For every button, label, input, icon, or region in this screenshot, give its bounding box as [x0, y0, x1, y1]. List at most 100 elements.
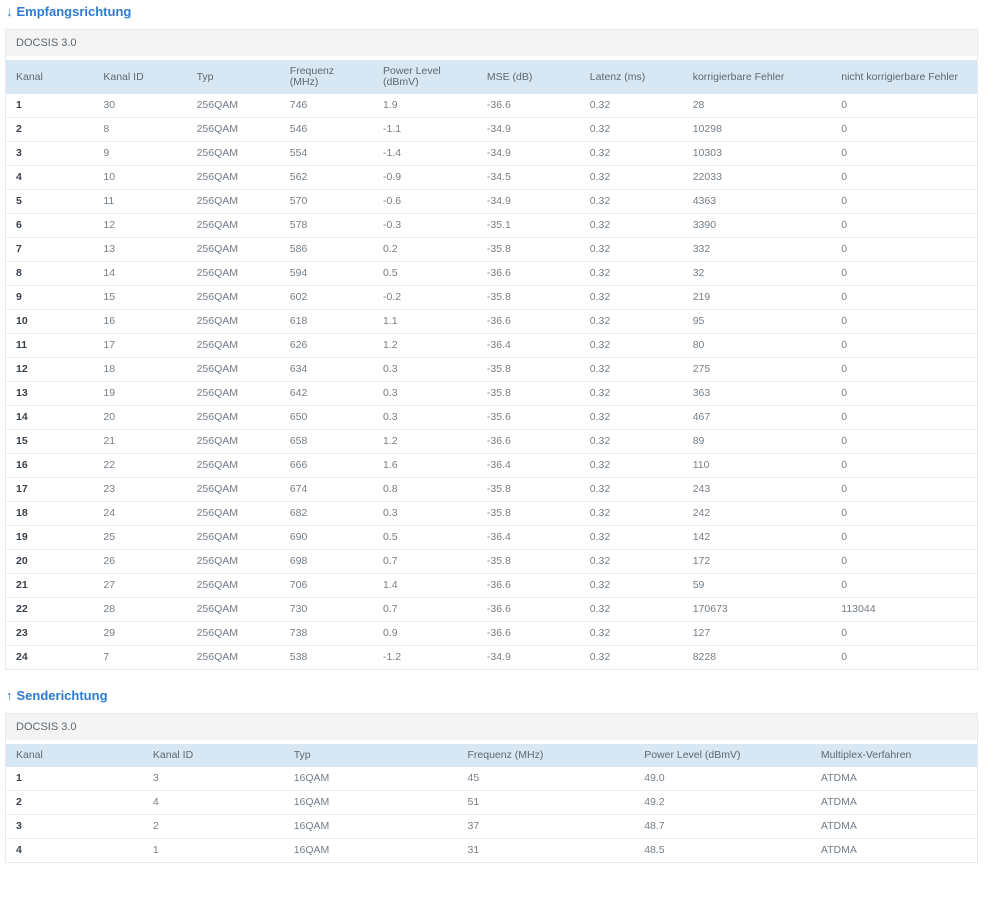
table-cell: 4363	[682, 189, 832, 214]
table-cell: 0.32	[579, 117, 683, 142]
table-cell: -35.8	[476, 549, 580, 574]
channel-number-cell: 4	[6, 165, 94, 190]
table-cell: 256QAM	[186, 453, 280, 478]
channel-number-cell: 23	[6, 621, 94, 646]
table-cell: 14	[93, 261, 187, 286]
table-cell: 0.32	[579, 261, 683, 286]
table-cell: -35.8	[476, 477, 580, 502]
table-cell: 172	[682, 549, 832, 574]
table-cell: 48.7	[634, 814, 811, 839]
table-cell: 256QAM	[186, 237, 280, 262]
table-header-row: Kanal Kanal ID Typ Frequenz (MHz) Power Leve…	[6, 744, 977, 767]
table-cell: 0	[831, 213, 977, 238]
table-cell: 0	[831, 405, 977, 430]
table-cell: -36.6	[476, 261, 580, 286]
table-cell: 332	[682, 237, 832, 262]
table-cell: 0.3	[372, 501, 477, 526]
table-cell: -0.6	[372, 189, 477, 214]
table-cell: 256QAM	[186, 405, 280, 430]
table-cell: 0.32	[579, 237, 683, 262]
table-cell: 3	[152, 772, 159, 784]
docsis-channel-status-page: ↓ Empfangsrichtung DOCSIS 3.0 Kanal Kanal …	[0, 0, 999, 863]
table-row: 19 25 256QAM 690 0.5 -36.4 0.32 142 0	[6, 525, 977, 550]
table-cell: 30	[103, 99, 116, 111]
table-cell: 256QAM	[186, 573, 280, 598]
table-row: 8 14 256QAM 594 0.5 -36.6 0.32 32 0	[6, 261, 977, 286]
table-cell: 0	[831, 333, 977, 358]
table-cell: 256QAM	[186, 645, 280, 669]
table-row: 16 22 256QAM 666 1.6 -36.4 0.32 110 0	[6, 453, 977, 478]
table-cell: 1	[142, 838, 284, 862]
table-cell: -0.2	[372, 285, 477, 310]
table-cell: 730	[279, 597, 373, 622]
table-cell: 51	[457, 790, 635, 815]
table-cell: 142	[682, 525, 832, 550]
table-cell: 1.4	[372, 573, 477, 598]
channel-number-cell: 19	[6, 525, 94, 550]
table-cell: 666	[279, 453, 373, 478]
table-cell: 0.32	[579, 477, 683, 502]
upstream-table-box: DOCSIS 3.0 Kanal Kanal ID Typ Frequenz (MHz…	[5, 713, 978, 863]
table-cell: 80	[682, 333, 832, 358]
table-cell: 16	[93, 309, 187, 334]
table-row: 13 19 256QAM 642 0.3 -35.8 0.32 363 0	[6, 381, 977, 406]
table-cell: 0	[831, 357, 977, 382]
table-cell: 706	[279, 573, 373, 598]
table-cell: 0.32	[579, 357, 683, 382]
table-cell: 0.32	[579, 501, 683, 526]
table-cell: 15	[93, 285, 187, 310]
channel-number-cell: 21	[6, 573, 94, 598]
table-cell: 170673	[682, 597, 832, 622]
table-row: 4 1 16QAM 31 48.5 ATDMA	[6, 838, 977, 862]
table-cell: 11	[93, 189, 187, 214]
table-cell: 0	[831, 549, 977, 574]
table-cell: 634	[279, 357, 373, 382]
table-cell: 0.8	[372, 477, 477, 502]
table-cell: 0	[831, 381, 977, 406]
channel-number-cell: 1	[16, 99, 22, 111]
table-cell: 256QAM	[186, 165, 280, 190]
table-cell: 0.5	[372, 261, 477, 286]
table-cell: ATDMA	[810, 838, 977, 862]
table-cell: 256QAM	[186, 477, 280, 502]
column-header: Kanal	[6, 744, 143, 767]
column-header: Typ	[283, 744, 458, 767]
table-cell: 0.5	[372, 525, 477, 550]
table-cell: 256QAM	[186, 525, 280, 550]
table-cell: 546	[279, 117, 373, 142]
table-row: 20 26 256QAM 698 0.7 -35.8 0.32 172 0	[6, 549, 977, 574]
table-cell: 8	[93, 117, 187, 142]
table-row: 2 4 16QAM 51 49.2 ATDMA	[6, 790, 977, 815]
channel-number-cell: 15	[6, 429, 94, 454]
table-cell: 7	[93, 645, 187, 669]
column-header: nicht korrigierbare Fehler	[831, 60, 977, 94]
table-cell: 127	[682, 621, 832, 646]
table-cell: 16QAM	[283, 838, 458, 862]
table-cell: 746	[289, 99, 308, 111]
table-cell: 45	[467, 772, 480, 784]
table-cell: 0.32	[579, 405, 683, 430]
table-cell: 642	[279, 381, 373, 406]
table-cell: 256QAM	[186, 357, 280, 382]
table-cell: 0	[831, 645, 977, 669]
table-cell: 17	[93, 333, 187, 358]
table-cell: 243	[682, 477, 832, 502]
table-cell: 37	[457, 814, 635, 839]
table-cell: -34.9	[476, 645, 580, 669]
table-row: 23 29 256QAM 738 0.9 -36.6 0.32 127 0	[6, 621, 977, 646]
channel-number-cell: 4	[6, 838, 143, 862]
table-cell: 23	[93, 477, 187, 502]
table-cell: 49.2	[634, 790, 811, 815]
table-cell: 256QAM	[186, 501, 280, 526]
table-cell: 0	[831, 477, 977, 502]
column-header: Kanal ID	[142, 744, 284, 767]
upstream-section-title: ↑ Senderichtung	[6, 688, 978, 703]
table-cell: -34.9	[476, 117, 580, 142]
table-cell: -1.4	[372, 141, 477, 166]
table-cell: 19	[93, 381, 187, 406]
table-cell: 48.5	[634, 838, 811, 862]
table-cell: 0	[831, 453, 977, 478]
table-cell: 0.7	[372, 549, 477, 574]
column-header: Typ	[186, 60, 280, 94]
table-cell: -36.4	[476, 333, 580, 358]
